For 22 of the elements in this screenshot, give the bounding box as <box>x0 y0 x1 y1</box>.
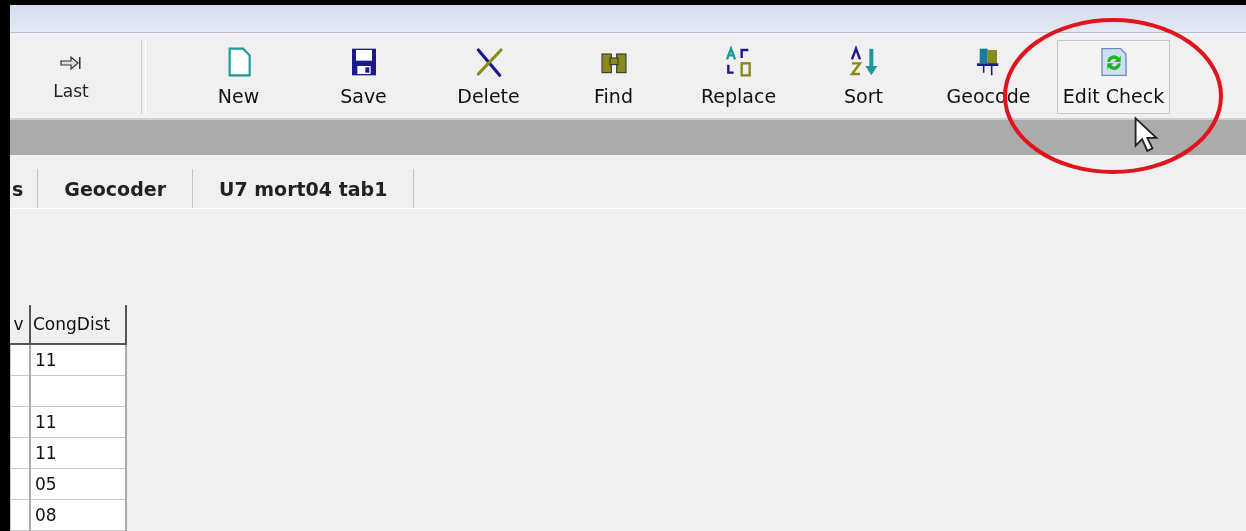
column-header: v <box>10 305 30 344</box>
toolbar-button[interactable]: New <box>182 39 295 114</box>
toolbar-button[interactable]: Find <box>557 39 670 114</box>
table-cell <box>10 499 30 531</box>
table-cell <box>10 437 30 469</box>
toolbar-button[interactable]: Replace <box>682 39 795 114</box>
table-cell: 11 <box>30 437 126 469</box>
table-cell <box>10 375 30 407</box>
table-cell <box>10 344 30 376</box>
table-cell: 08 <box>30 499 126 531</box>
column-header: CongDist <box>30 305 126 344</box>
toolbar-button[interactable]: Delete <box>432 39 545 114</box>
table-cell: 11 <box>30 406 126 438</box>
toolbar-button[interactable]: Edit Check <box>1057 39 1170 114</box>
toolbar-button[interactable]: Last <box>41 39 101 114</box>
table-cell <box>10 406 30 438</box>
toolbar-button[interactable]: Save <box>307 39 420 114</box>
table-cell: 05 <box>30 468 126 500</box>
table-cell <box>10 468 30 500</box>
table-cell: 11 <box>30 344 126 376</box>
toolbar-button[interactable]: Sort <box>807 39 920 114</box>
tab[interactable]: s <box>10 169 39 208</box>
